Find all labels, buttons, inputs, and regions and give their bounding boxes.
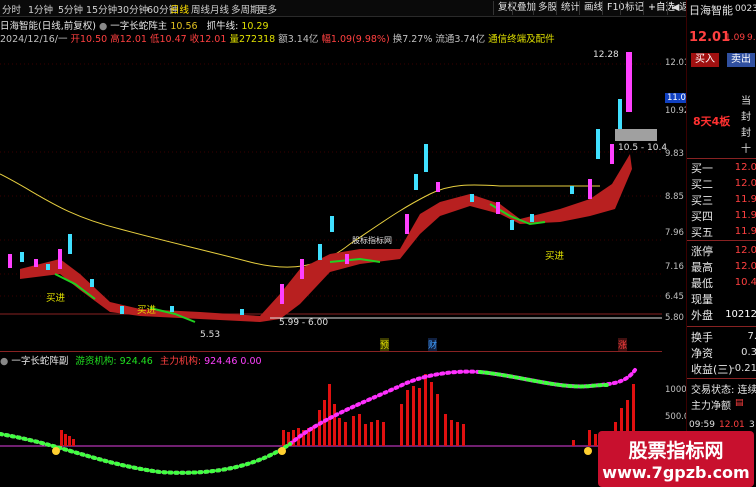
stat-low-value: 10.4 — [734, 277, 756, 288]
sub-indicator-chart[interactable] — [0, 364, 662, 486]
price-axis-label: 5.80 — [665, 313, 684, 323]
price-axis-label: 6.45 — [665, 292, 684, 302]
signal-marker — [52, 447, 60, 455]
buy-signal-1: 买进 — [46, 293, 66, 304]
stat-net-asset-label: 净资 — [691, 347, 713, 360]
buy-signal-3: 买进 — [545, 251, 565, 262]
tick-time: 09:59 — [689, 420, 715, 430]
period-toolbar: 分时 1分钟 5分钟 15分钟 30分钟 60分钟 日线 周线 月线 多周期 更… — [0, 0, 756, 17]
price-highlight-box — [615, 129, 657, 141]
panel-pct: 9.9 — [747, 33, 756, 43]
price-axis-label: 8.85 — [665, 192, 684, 202]
stat-limit-up-label: 涨停 — [691, 245, 713, 258]
stat-turnover-value: 7. — [747, 331, 756, 342]
bid-1-label: 买一 — [691, 162, 713, 175]
bid-3-label: 买三 — [691, 194, 713, 207]
tab-1min[interactable]: 1分钟 — [28, 2, 53, 16]
ohlc-info: 2024/12/16/一 开10.50 高12.01 低10.47 收12.01… — [0, 31, 555, 45]
kline-chart[interactable] — [0, 44, 662, 326]
sub-axis-label: 1000 — [665, 385, 687, 395]
signal-marker — [584, 447, 592, 455]
stat-low-label: 最低 — [691, 277, 713, 290]
stat-outer-value: 10212 — [725, 309, 756, 320]
price-axis-label: 7.16 — [665, 262, 684, 272]
panel-change: 1.09 — [725, 33, 746, 43]
bid-5-label: 买五 — [691, 226, 713, 239]
chart-watermark: 股标指标网 — [352, 236, 392, 245]
bid-4-label: 买四 — [691, 210, 713, 223]
main-net-icon[interactable]: ▤ — [735, 398, 744, 408]
stat-high-label: 最高 — [691, 261, 713, 274]
panel-stock-name: 日海智能 — [689, 4, 733, 17]
tab-15min[interactable]: 15分钟 — [86, 2, 117, 16]
high-label: 12.28 — [593, 50, 619, 60]
price-axis-label: 9.83 — [665, 149, 684, 159]
tick-volume: 3 — [749, 420, 755, 430]
price-axis-label: 7.96 — [665, 228, 684, 238]
limit-up-tag: 8天4板 — [693, 115, 731, 128]
bid-2-value: 12.0 — [734, 178, 756, 189]
event-tag-3[interactable]: 涨 — [618, 338, 628, 351]
stat-outer-label: 外盘 — [691, 309, 713, 322]
main-net-label: 主力净额 — [691, 401, 731, 412]
stat-limit-up-value: 12.0 — [734, 245, 756, 256]
stat-eps-label: 收益(三) — [691, 363, 733, 376]
trade-status: 交易状态: 连续 — [691, 385, 756, 396]
indicator-header: 日海智能(日线,前复权) ● 一字长蛇阵主 10.56 抓牛线: 10.29 — [0, 18, 269, 32]
panel-stock-code: 00231 — [735, 4, 756, 14]
event-tag-2[interactable]: 财 — [428, 338, 438, 351]
quote-panel: 日海智能 00231 12.01 1.09 9.9 买入 卖出 8天4板 当 封… — [686, 0, 756, 487]
mid-label: 10.5 - 10.4 — [618, 143, 668, 153]
side-label: 十 — [741, 144, 751, 155]
watermark-title: 股票指标网 — [628, 440, 724, 462]
bid-3-value: 11.9 — [734, 194, 756, 205]
side-label: 封 — [741, 112, 751, 123]
sell-button[interactable]: 卖出 — [727, 53, 755, 67]
bid-2-label: 买二 — [691, 178, 713, 191]
bid-4-value: 11.9 — [734, 210, 756, 221]
tab-30min[interactable]: 30分钟 — [117, 2, 148, 16]
low-label: 5.53 — [200, 330, 221, 340]
signal-marker — [278, 447, 286, 455]
panel-price: 12.01 — [689, 30, 731, 45]
stat-eps-value: -0.21 — [731, 363, 756, 374]
watermark-url: www.7gpzb.com — [602, 463, 750, 482]
dotted-curve-green-1 — [0, 432, 292, 475]
event-tag-1[interactable]: 预 — [380, 338, 390, 351]
tab-daily[interactable]: 日线 — [170, 2, 189, 16]
stat-volume-label: 现量 — [691, 293, 713, 306]
bid-5-value: 11.9 — [734, 226, 756, 237]
buy-signal-2: 买进 — [137, 305, 157, 316]
side-label: 封 — [741, 128, 751, 139]
tab-5min[interactable]: 5分钟 — [58, 2, 83, 16]
site-watermark: 股票指标网 www.7gpzb.com — [598, 431, 754, 487]
tab-weekly[interactable]: 周线 — [191, 2, 210, 16]
tab-fenshi[interactable]: 分时 — [2, 2, 21, 16]
stat-high-value: 12.0 — [734, 261, 756, 272]
tab-multi-period[interactable]: 多周期 — [231, 2, 260, 16]
side-label: 当 — [741, 96, 751, 107]
bid-1-value: 12.0 — [734, 162, 756, 173]
buy-button[interactable]: 买入 — [691, 53, 719, 67]
range-label: 5.99 - 6.00 — [279, 318, 329, 328]
tab-monthly[interactable]: 月线 — [210, 2, 229, 16]
tab-more[interactable]: 更多 — [258, 2, 277, 16]
tick-price: 12.01 — [719, 420, 745, 430]
stat-net-asset-value: 0.3 — [741, 347, 756, 358]
trend-band — [20, 154, 632, 322]
stat-turnover-label: 换手 — [691, 331, 713, 344]
